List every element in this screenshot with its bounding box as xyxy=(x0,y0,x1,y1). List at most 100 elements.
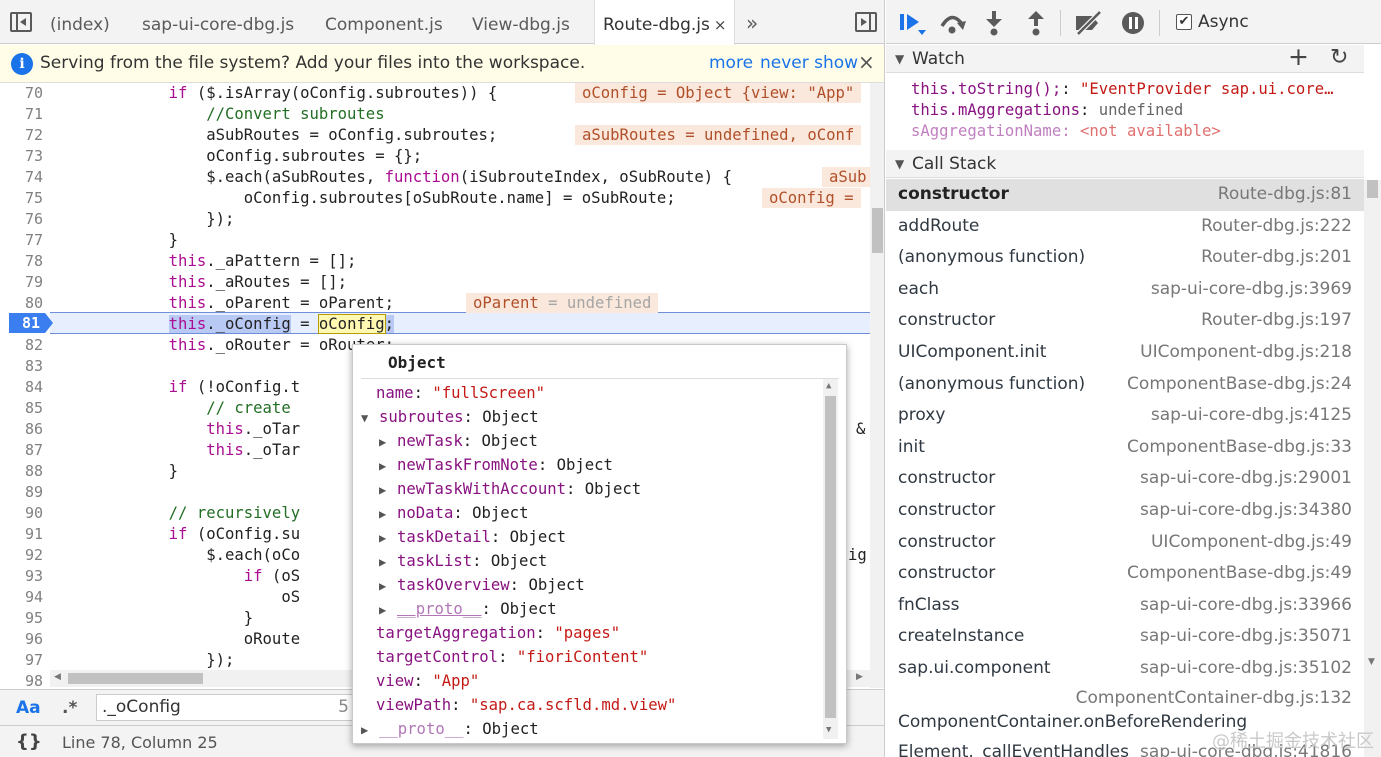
call-frame[interactable]: sap.ui.component sap-ui-core-dbg.js:35102 xyxy=(886,653,1364,685)
collapsed-triangle-icon[interactable]: ▶ xyxy=(379,598,397,622)
call-frame[interactable]: UIComponent.init UIComponent-dbg.js:218 xyxy=(886,337,1364,369)
scroll-left-arrow-icon[interactable]: ◀ xyxy=(54,672,61,682)
watch-expression[interactable]: sAggregationName: <not available> xyxy=(911,121,1221,142)
line-number[interactable]: 93 xyxy=(0,566,50,587)
line-number[interactable]: 90 xyxy=(0,503,50,524)
expanded-triangle-icon[interactable]: ▼ xyxy=(361,406,379,430)
step-out-icon[interactable] xyxy=(1025,10,1047,36)
collapsed-triangle-icon[interactable]: ▶ xyxy=(379,526,397,550)
popover-property-row[interactable]: ▶ taskOverview: Object xyxy=(379,573,585,597)
call-frame[interactable]: addRoute Router-dbg.js:222 xyxy=(886,211,1364,243)
watch-expression[interactable]: this.toString();: "EventProvider sap.ui.… xyxy=(911,79,1333,100)
line-number[interactable]: 80 xyxy=(0,293,50,314)
line-number[interactable]: 72 xyxy=(0,125,50,146)
collapsed-triangle-icon[interactable]: ▶ xyxy=(379,478,397,502)
line-number[interactable]: 70 xyxy=(0,83,50,104)
tab-route-dbg[interactable]: Route-dbg.js × xyxy=(594,0,736,45)
line-number[interactable]: 83 xyxy=(0,356,50,377)
call-frame[interactable]: constructor Route-dbg.js:81 xyxy=(886,179,1364,211)
scroll-right-arrow-icon[interactable]: ▶ xyxy=(856,672,863,682)
call-frame[interactable]: createInstance sap-ui-core-dbg.js:35071 xyxy=(886,621,1364,653)
watch-section-header[interactable]: ▼ Watch + ↻ xyxy=(886,43,1364,73)
deactivate-breakpoints-icon[interactable] xyxy=(1074,10,1104,36)
line-number[interactable]: 73 xyxy=(0,146,50,167)
popover-property-row[interactable]: ▶ newTaskWithAccount: Object xyxy=(379,477,641,501)
editor-vertical-scrollbar[interactable] xyxy=(870,83,884,688)
popover-scroll-up-icon[interactable]: ▲ xyxy=(826,381,831,391)
tab-view-dbg[interactable]: View-dbg.js xyxy=(472,0,570,44)
popover-scroll-down-icon[interactable]: ▼ xyxy=(826,725,831,735)
scroll-thumb[interactable] xyxy=(872,208,883,253)
tab-component-js[interactable]: Component.js xyxy=(325,0,443,44)
line-number[interactable]: 76 xyxy=(0,209,50,230)
call-frame[interactable]: (anonymous function) Router-dbg.js:201 xyxy=(886,242,1364,274)
popover-property-row[interactable]: ▼ subroutes: Object xyxy=(361,405,539,429)
line-number[interactable]: 95 xyxy=(0,608,50,629)
popover-property-row[interactable]: ▶ newTaskFromNote: Object xyxy=(379,453,613,477)
callstack-section-header[interactable]: ▼ Call Stack xyxy=(886,150,1364,178)
object-preview-popover[interactable]: Object name: "fullScreen" ▼ subroutes: Obj… xyxy=(352,344,847,744)
line-number[interactable]: 85 xyxy=(0,398,50,419)
call-frame[interactable]: init ComponentBase-dbg.js:33 xyxy=(886,432,1364,464)
popover-scrollbar[interactable]: ▲ ▼ xyxy=(823,379,838,739)
collapsed-triangle-icon[interactable]: ▶ xyxy=(379,550,397,574)
match-case-button[interactable]: Aa xyxy=(16,698,41,718)
collapsed-triangle-icon[interactable]: ▶ xyxy=(361,718,379,742)
collapsed-triangle-icon[interactable]: ▶ xyxy=(379,454,397,478)
search-input[interactable]: ._oConfig 5 xyxy=(96,694,356,721)
more-link[interactable]: more xyxy=(709,53,753,73)
line-number[interactable]: 94 xyxy=(0,587,50,608)
call-frame[interactable]: constructor UIComponent-dbg.js:49 xyxy=(886,527,1364,559)
more-tabs-button[interactable]: » xyxy=(746,0,758,44)
line-number[interactable]: 77 xyxy=(0,230,50,251)
async-checkbox[interactable]: ✔ xyxy=(1176,14,1192,30)
line-number[interactable]: 96 xyxy=(0,629,50,650)
toggle-debugger-sidebar-icon[interactable] xyxy=(855,12,877,32)
pause-on-exceptions-icon[interactable] xyxy=(1121,10,1147,36)
line-number[interactable]: 87 xyxy=(0,440,50,461)
close-infobar-icon[interactable]: × xyxy=(858,50,875,74)
hscroll-thumb[interactable] xyxy=(68,673,203,684)
line-number[interactable]: 92 xyxy=(0,545,50,566)
popover-property-row[interactable]: ▶ newTask: Object xyxy=(379,429,538,453)
call-frame[interactable]: (anonymous function) ComponentBase-dbg.js… xyxy=(886,369,1364,401)
collapsed-triangle-icon[interactable]: ▶ xyxy=(379,574,397,598)
line-number[interactable]: 88 xyxy=(0,461,50,482)
sidebar-scroll-thumb[interactable] xyxy=(1367,180,1378,198)
line-number[interactable]: 74 xyxy=(0,167,50,188)
line-number[interactable]: 98 xyxy=(0,671,50,688)
line-number[interactable]: 82 xyxy=(0,335,50,356)
popover-scroll-thumb[interactable] xyxy=(825,396,836,718)
popover-property-row[interactable]: ▶ taskDetail: Object xyxy=(379,525,566,549)
call-frame[interactable]: proxy sap-ui-core-dbg.js:4125 xyxy=(886,400,1364,432)
sidebar-scroll-down-icon[interactable]: ▼ xyxy=(1368,657,1375,667)
never-show-link[interactable]: never show xyxy=(760,53,858,73)
close-tab-icon[interactable]: × xyxy=(714,16,727,34)
resume-icon[interactable] xyxy=(898,10,928,36)
line-number[interactable]: 97 xyxy=(0,650,50,671)
toggle-navigator-icon[interactable] xyxy=(10,12,32,32)
line-number[interactable]: 79 xyxy=(0,272,50,293)
popover-property-row[interactable]: ▶ __proto__: Object xyxy=(379,597,557,621)
sidebar-scrollbar[interactable]: ▼ xyxy=(1364,180,1381,757)
popover-property-row[interactable]: ▶ noData: Object xyxy=(379,501,528,525)
line-number[interactable]: 89 xyxy=(0,482,50,503)
call-frame[interactable]: fnClass sap-ui-core-dbg.js:33966 xyxy=(886,590,1364,622)
popover-property-row[interactable]: ▶ taskList: Object xyxy=(379,549,547,573)
tab-sap-ui-core-dbg[interactable]: sap-ui-core-dbg.js xyxy=(142,0,294,44)
refresh-watch-icon[interactable]: ↻ xyxy=(1330,44,1348,72)
step-over-icon[interactable] xyxy=(938,10,968,36)
line-number[interactable]: 75 xyxy=(0,188,50,209)
regex-button[interactable]: .* xyxy=(62,698,77,718)
line-number[interactable]: 91 xyxy=(0,524,50,545)
pretty-print-button[interactable]: {} xyxy=(16,731,42,752)
popover-property-row[interactable]: ▶ __proto__: Object xyxy=(361,717,539,741)
step-into-icon[interactable] xyxy=(983,10,1005,36)
add-watch-icon[interactable]: + xyxy=(1288,43,1309,71)
line-number[interactable]: 78 xyxy=(0,251,50,272)
line-number[interactable]: 84 xyxy=(0,377,50,398)
collapsed-triangle-icon[interactable]: ▶ xyxy=(379,502,397,526)
line-number[interactable]: 86 xyxy=(0,419,50,440)
call-frame[interactable]: constructor sap-ui-core-dbg.js:34380 xyxy=(886,495,1364,527)
call-frame[interactable]: constructor sap-ui-core-dbg.js:29001 xyxy=(886,463,1364,495)
